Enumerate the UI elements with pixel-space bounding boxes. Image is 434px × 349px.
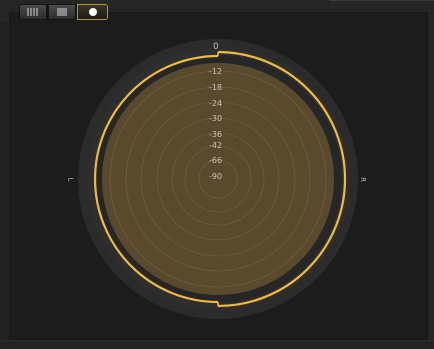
scale-label: -18: [209, 83, 223, 92]
scale-label: -66: [209, 156, 223, 165]
left-channel-label: L: [66, 177, 75, 182]
scale-label: -24: [209, 99, 223, 108]
scale-label: -90: [209, 172, 223, 181]
scale-label: -12: [209, 67, 223, 76]
phase-scope-window: 0 -12 -18 -24 -30 -36 -42 -66 -90 L R: [0, 0, 434, 349]
scale-label: -36: [209, 130, 223, 139]
scale-label: -30: [209, 114, 223, 123]
zero-db-label: 0: [213, 42, 219, 52]
right-channel-label: R: [358, 177, 367, 182]
scale-label: -42: [209, 141, 223, 150]
